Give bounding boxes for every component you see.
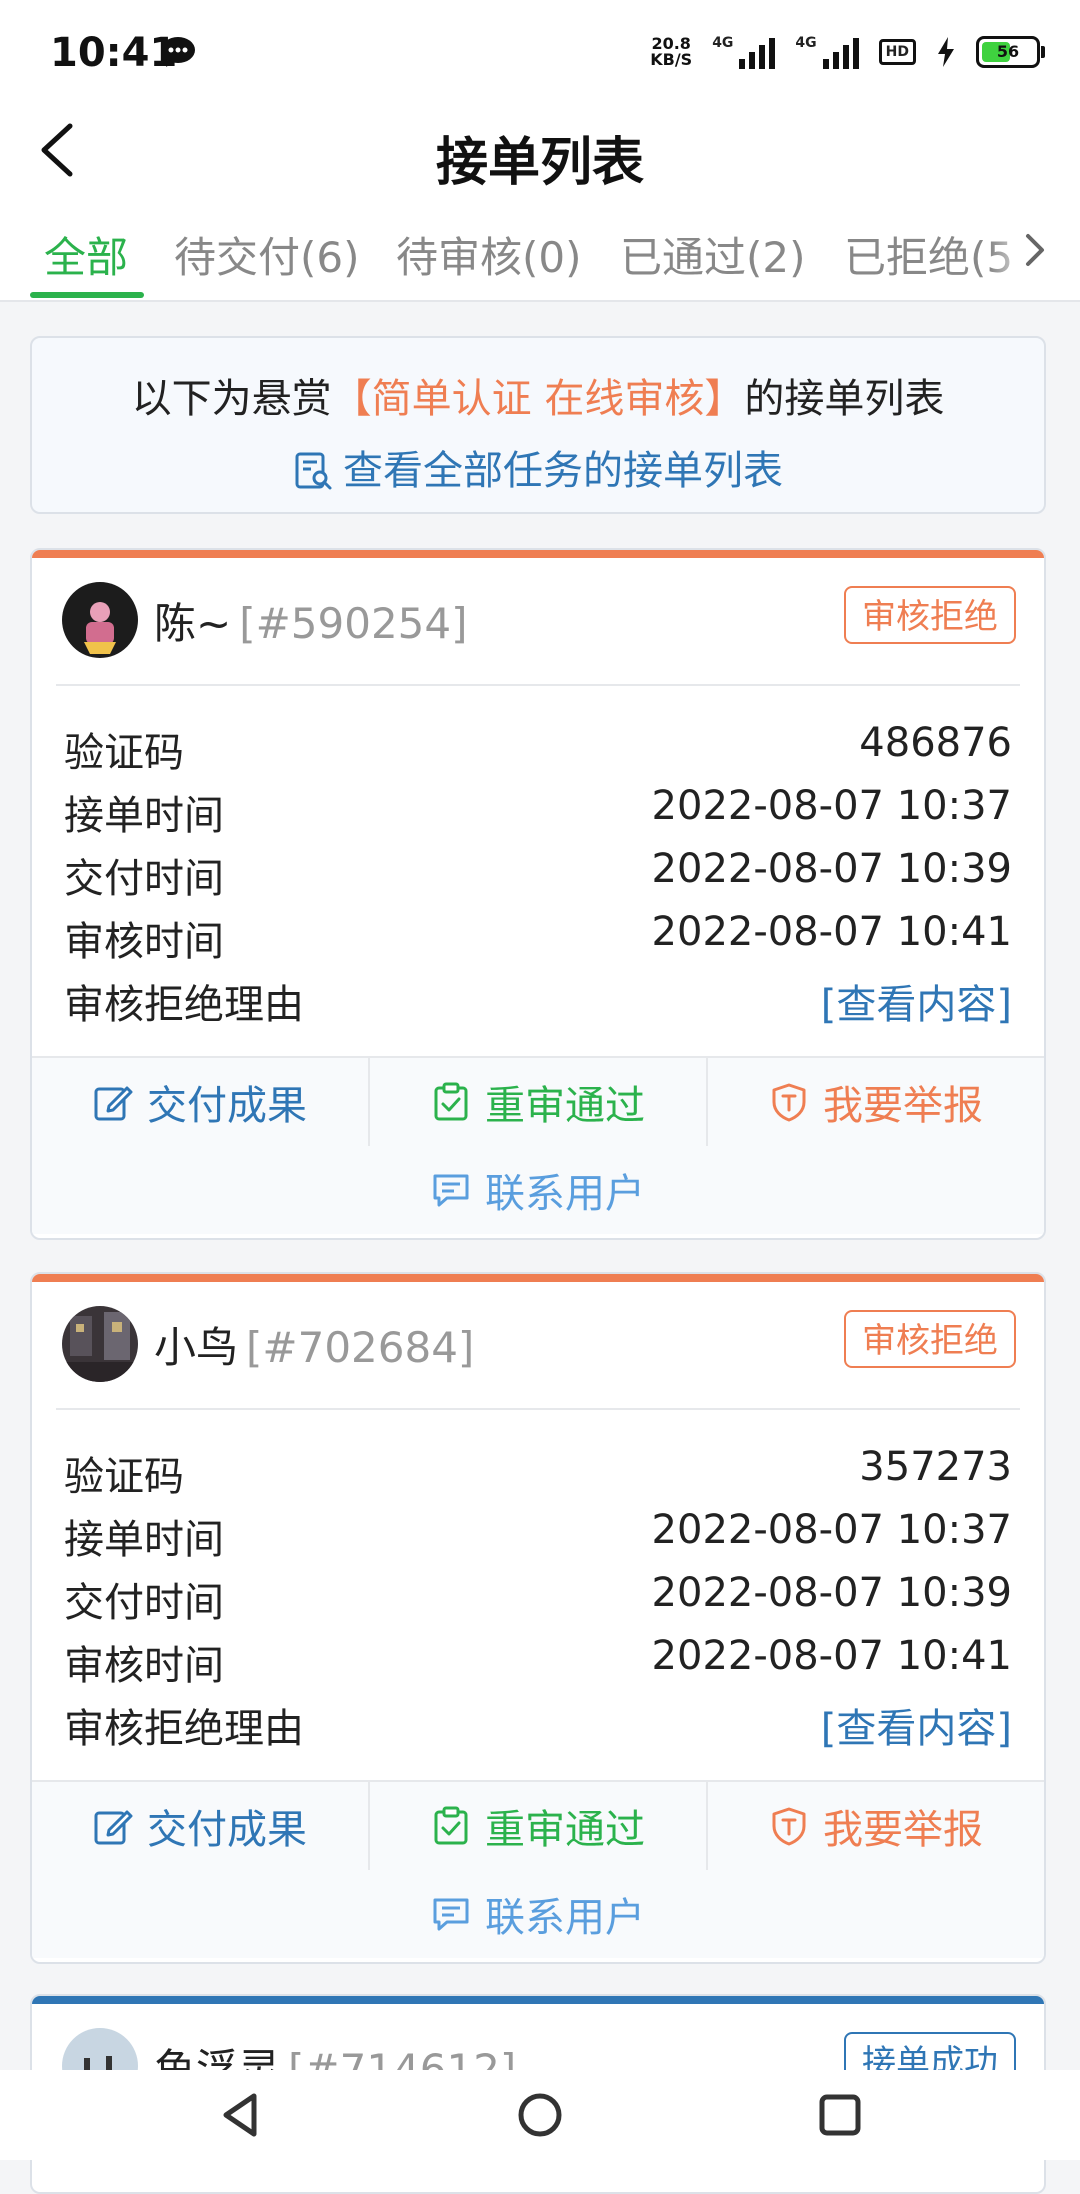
home-circle-icon[interactable]: [515, 2090, 565, 2140]
notice-text: 以下为悬赏【简单认证 在线审核】的接单列表: [131, 376, 945, 422]
battery-icon: 56: [976, 36, 1045, 68]
re-approve-button[interactable]: 重审通过: [370, 1782, 708, 1870]
accept-time-row: 接单时间 2022-08-07 10:37: [64, 783, 1012, 839]
hd-voice-icon: HD: [878, 39, 916, 65]
verify-code-row: 验证码 486876: [64, 720, 1012, 776]
view-content-link[interactable]: [查看内容]: [821, 972, 1012, 1030]
report-button[interactable]: 我要举报: [708, 1058, 1044, 1146]
tab-pending-review[interactable]: 待审核(0): [396, 224, 582, 285]
contact-user-button[interactable]: 联系用户: [32, 1146, 1044, 1234]
order-card: 陈~ [#590254] 审核拒绝 验证码 486876 接单时间 2022-08…: [30, 548, 1046, 1240]
signal-icon: 4G: [712, 35, 776, 69]
avatar[interactable]: [62, 1306, 138, 1382]
tab-rejected[interactable]: 已拒绝(5: [844, 224, 1013, 285]
signal-icon-2: 4G: [795, 35, 859, 69]
reject-reason-row: 审核拒绝理由 [查看内容]: [64, 972, 1012, 1032]
report-button[interactable]: 我要举报: [708, 1782, 1044, 1870]
deliver-time-row: 交付时间 2022-08-07 10:39: [64, 1570, 1012, 1626]
chevron-right-icon[interactable]: [1022, 230, 1050, 270]
edit-icon: [94, 1810, 133, 1845]
review-time-row: 审核时间 2022-08-07 10:41: [64, 909, 1012, 965]
back-triangle-icon[interactable]: [216, 2090, 266, 2140]
recents-square-icon[interactable]: [815, 2090, 865, 2140]
deliver-result-button[interactable]: 交付成果: [32, 1782, 370, 1870]
deliver-time-row: 交付时间 2022-08-07 10:39: [64, 846, 1012, 902]
contact-user-button[interactable]: 联系用户: [32, 1870, 1044, 1958]
task-name: 【简单认证 在线审核】: [331, 376, 745, 422]
user-name: 陈~ [#590254]: [154, 599, 468, 648]
user-id: [#702684]: [246, 1323, 475, 1372]
action-bar: 交付成果 重审通过 我要举报: [32, 1780, 1044, 1872]
header: 接单列表: [0, 100, 1080, 200]
re-approve-button[interactable]: 重审通过: [370, 1058, 708, 1146]
edit-icon: [94, 1086, 133, 1121]
user-name: 小鸟 [#702684]: [154, 1323, 475, 1372]
verify-code-row: 验证码 357273: [64, 1444, 1012, 1500]
shield-icon: [772, 1083, 806, 1122]
clock: 10:41: [50, 30, 178, 76]
user-id: [#590254]: [239, 599, 468, 648]
list-search-icon: [295, 452, 332, 490]
status-badge: 审核拒绝: [844, 1310, 1016, 1368]
chat-icon: [433, 1174, 469, 1207]
filter-tabs: 全部 待交付(6) 待审核(0) 已通过(2) 已拒绝(5: [0, 200, 1080, 302]
tab-all[interactable]: 全部: [44, 224, 128, 285]
view-content-link[interactable]: [查看内容]: [821, 1696, 1012, 1754]
active-tab-indicator: [30, 292, 144, 298]
reject-reason-row: 审核拒绝理由 [查看内容]: [64, 1696, 1012, 1756]
clipboard-check-icon: [434, 1806, 468, 1845]
network-speed: 20.8 KB/S: [650, 34, 693, 69]
status-badge: 审核拒绝: [844, 586, 1016, 644]
tab-approved[interactable]: 已通过(2): [620, 224, 806, 285]
system-nav-bar: [0, 2070, 1080, 2160]
chat-icon: [433, 1898, 469, 1931]
charging-icon: [938, 37, 954, 67]
avatar[interactable]: [62, 582, 138, 658]
deliver-result-button[interactable]: 交付成果: [32, 1058, 370, 1146]
tab-pending-delivery[interactable]: 待交付(6): [174, 224, 360, 285]
order-card: 小鸟 [#702684] 审核拒绝 验证码 357273 接单时间 2022-08…: [30, 1272, 1046, 1964]
page-title: 接单列表: [435, 133, 644, 193]
review-time-row: 审核时间 2022-08-07 10:41: [64, 1633, 1012, 1689]
accept-time-row: 接单时间 2022-08-07 10:37: [64, 1507, 1012, 1563]
status-bar: 10:41 20.8 KB/S 4G 4G HD 56: [0, 0, 1080, 100]
notice-box: 以下为悬赏【简单认证 在线审核】的接单列表 查看全部任务的接单列表: [30, 336, 1046, 514]
view-all-tasks-link[interactable]: 查看全部任务的接单列表: [32, 438, 1044, 496]
shield-icon: [772, 1807, 806, 1846]
action-bar: 交付成果 重审通过 我要举报: [32, 1056, 1044, 1148]
clipboard-check-icon: [434, 1082, 468, 1121]
chat-notification-icon: [161, 37, 195, 67]
